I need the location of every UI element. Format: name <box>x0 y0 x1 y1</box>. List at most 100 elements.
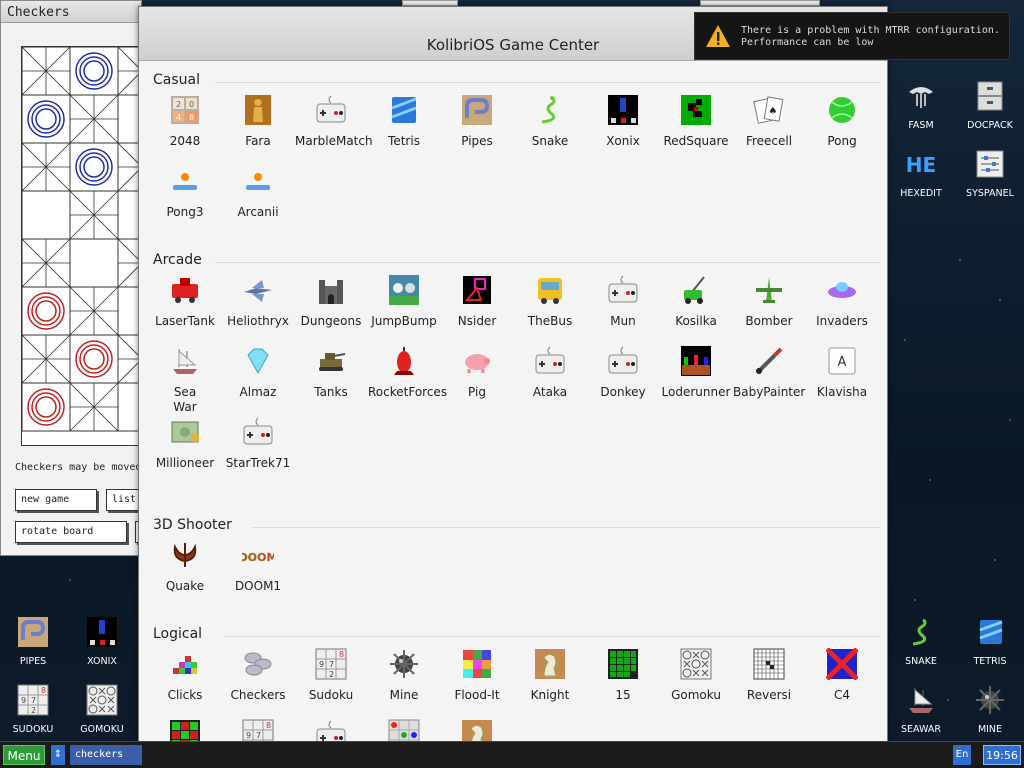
dungeons-icon <box>319 280 343 304</box>
donkey-icon <box>608 346 638 374</box>
game-c4[interactable]: C4 <box>806 648 878 703</box>
desktop-icon-hexedit[interactable]: HE HEXEDIT <box>890 148 952 199</box>
keyboard-layout-button[interactable]: En <box>953 745 971 765</box>
game-label: Invaders <box>816 314 868 328</box>
tetris-icon <box>979 620 1003 644</box>
game-checkers[interactable]: Checkers <box>222 648 294 703</box>
game-label: C4 <box>833 688 850 702</box>
desktop-icon-pipes[interactable]: PIPES <box>2 616 64 667</box>
game-arcanii[interactable]: Arcanii <box>222 165 294 220</box>
game-label: Nsider <box>457 314 497 328</box>
desktop-icon-syspanel[interactable]: SYSPANEL <box>959 148 1021 199</box>
game-center-window[interactable]: KolibriOS Game Center Casual 2 0 4 8 2048 Fara… <box>138 6 888 768</box>
game-label: Tetris <box>388 134 420 148</box>
svg-text:♠: ♠ <box>769 106 778 117</box>
game-label: Pig <box>468 385 486 399</box>
redsquare-icon <box>681 95 711 125</box>
thebus-icon <box>538 278 562 304</box>
game-klavisha[interactable]: A Klavisha <box>806 345 878 400</box>
game-gomoku[interactable]: Gomoku <box>660 648 732 703</box>
game-sea-war[interactable]: Sea War <box>149 345 221 415</box>
millioneer-icon <box>171 421 199 443</box>
15-icon <box>608 649 638 679</box>
game-loderunner[interactable]: Loderunner <box>660 345 732 400</box>
game-mun[interactable]: Mun <box>587 274 659 329</box>
game-mine[interactable]: Mine <box>368 648 440 703</box>
svg-text:7: 7 <box>31 696 36 705</box>
game-rocketforces[interactable]: RocketForces <box>368 345 447 400</box>
doom1-icon: DOOM <box>242 551 274 564</box>
game-donkey[interactable]: Donkey <box>587 345 659 400</box>
desktop-icon-xonix[interactable]: XONIX <box>71 616 133 667</box>
menu-button[interactable]: Menu <box>3 745 45 765</box>
freecell-icon: ♠ <box>753 96 784 124</box>
game-pig[interactable]: Pig <box>441 345 513 400</box>
game-heliothryx[interactable]: Heliothryx <box>222 274 294 329</box>
game-ataka[interactable]: Ataka <box>514 345 586 400</box>
arcanii-icon <box>246 173 270 190</box>
game-babypainter[interactable]: BabyPainter <box>733 345 805 400</box>
reversi-icon <box>753 648 785 680</box>
game-nsider[interactable]: Nsider <box>441 274 513 329</box>
game-thebus[interactable]: TheBus <box>514 274 586 329</box>
game-label: Reversi <box>746 688 792 702</box>
mtrr-notification[interactable]: There is a problem with MTRR configurati… <box>694 12 1010 60</box>
game-clicks[interactable]: Clicks <box>149 648 221 703</box>
game-doom1[interactable]: DOOM DOOM1 <box>222 539 294 594</box>
game-label: Flood-It <box>454 688 500 702</box>
taskbar-item-checkers[interactable]: checkers <box>70 745 142 765</box>
svg-text:0: 0 <box>189 100 194 109</box>
desktop-icon-mine[interactable]: MINE <box>959 684 1021 735</box>
game-pong[interactable]: Pong <box>806 94 878 149</box>
game-pipes[interactable]: Pipes <box>441 94 513 149</box>
svg-text:4: 4 <box>176 113 181 122</box>
game-millioneer[interactable]: Millioneer <box>149 416 221 471</box>
game-knight[interactable]: Knight <box>514 648 586 703</box>
desktop-icon-fasm[interactable]: FASM <box>890 80 952 131</box>
checkers-board-grid[interactable] <box>22 47 151 446</box>
game-reversi[interactable]: Reversi <box>733 648 805 703</box>
game-15[interactable]: 15 <box>587 648 659 703</box>
game-lasertank[interactable]: LaserTank <box>149 274 221 329</box>
game-pong3[interactable]: Pong3 <box>149 165 221 220</box>
game-snake[interactable]: Snake <box>514 94 586 149</box>
game-jumpbump[interactable]: JumpBump <box>368 274 440 329</box>
quake-icon <box>173 543 197 567</box>
new-game-button[interactable]: new game <box>15 489 97 511</box>
game-tanks[interactable]: Tanks <box>295 345 367 400</box>
game-bomber[interactable]: Bomber <box>733 274 805 329</box>
game-freecell[interactable]: ♠ Freecell <box>733 94 805 149</box>
game-quake[interactable]: Quake <box>149 539 221 594</box>
game-dungeons[interactable]: Dungeons <box>295 274 367 329</box>
game-kosilka[interactable]: Kosilka <box>660 274 732 329</box>
svg-text:2: 2 <box>31 706 36 715</box>
checkers-window[interactable]: Checkers Checkers may be moved new game … <box>0 0 151 556</box>
snake-icon <box>541 96 556 124</box>
game-label: Clicks <box>167 688 203 702</box>
game-sudoku[interactable]: 9 7 8 2 Sudoku <box>295 648 367 703</box>
game-label: Xonix <box>606 134 640 148</box>
game-marblematch[interactable]: MarbleMatch <box>295 94 373 149</box>
checkers-board[interactable] <box>21 46 151 446</box>
desktop-icon-seawar[interactable]: SEAWAR <box>890 684 952 735</box>
game-tetris[interactable]: Tetris <box>368 94 440 149</box>
desktop-icon-docpack[interactable]: DOCPACK <box>959 80 1021 131</box>
game-label: TheBus <box>527 314 573 328</box>
desktop-icon-gomoku[interactable]: GOMOKU <box>71 684 133 735</box>
desktop-icon-sudoku[interactable]: 978 2 SUDOKU <box>2 684 64 735</box>
game-flood-it[interactable]: Flood-It <box>441 648 513 703</box>
game-redsquare[interactable]: RedSquare <box>660 94 732 149</box>
desktop-icon-tetris[interactable]: TETRIS <box>959 616 1021 667</box>
game-2048[interactable]: 2 0 4 8 2048 <box>149 94 221 149</box>
rotate-board-button[interactable]: rotate board <box>15 521 127 543</box>
game-almaz[interactable]: Almaz <box>222 345 294 400</box>
game-xonix[interactable]: Xonix <box>587 94 659 149</box>
switch-windows-icon[interactable]: ⇕ <box>51 745 65 765</box>
game-label: Pipes <box>461 134 493 148</box>
category-title-logical: Logical <box>153 626 203 642</box>
game-startrek71[interactable]: StarTrek71 <box>222 416 294 471</box>
game-fara[interactable]: Fara <box>222 94 294 149</box>
game-invaders[interactable]: Invaders <box>806 274 878 329</box>
loderunner-icon <box>681 346 711 376</box>
desktop-icon-snake[interactable]: SNAKE <box>890 616 952 667</box>
